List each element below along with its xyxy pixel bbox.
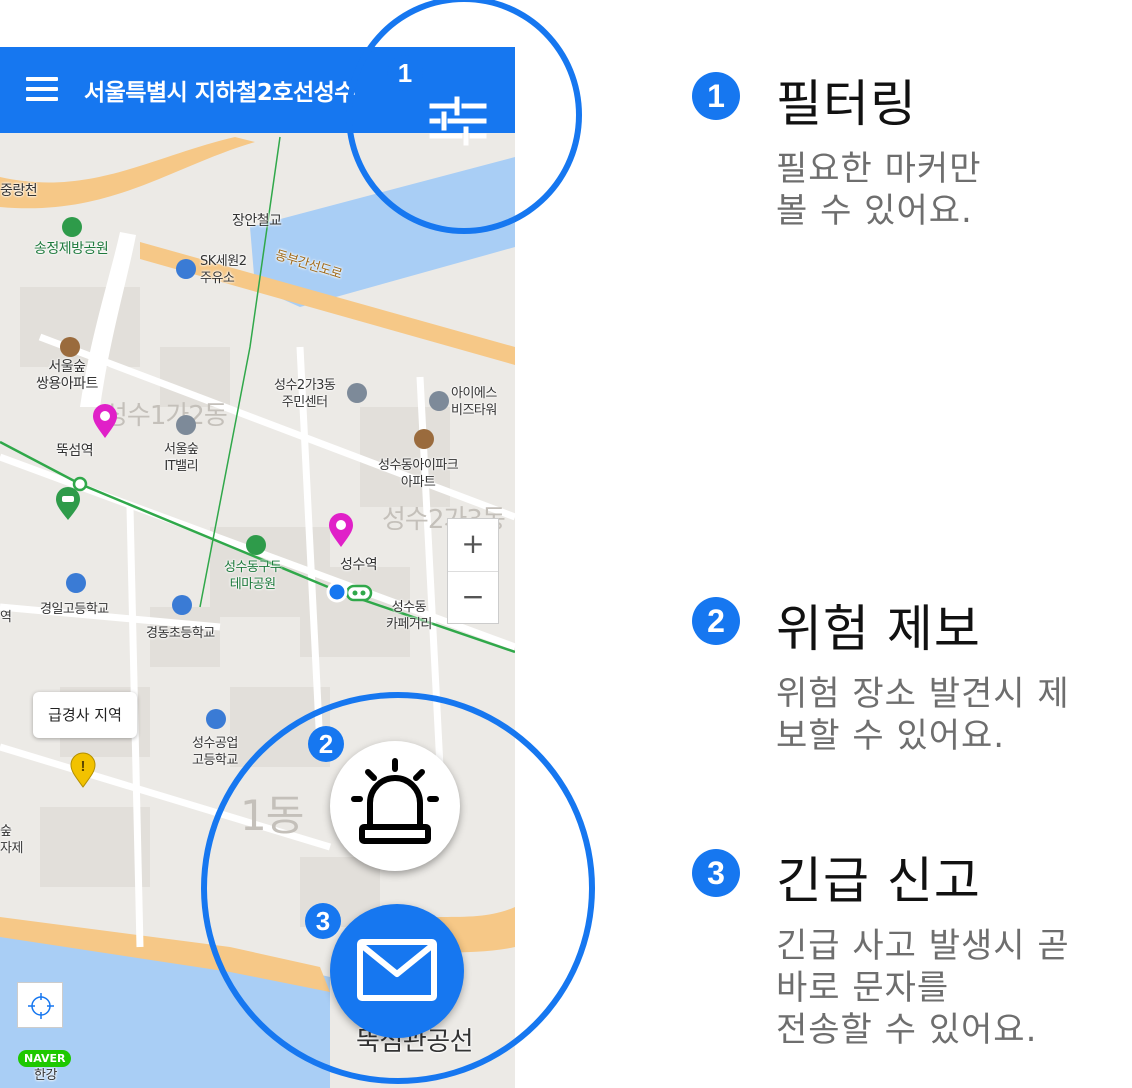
zoom-out-button[interactable]: − [448,571,498,623]
map-label: SK세원2 주유소 [200,254,247,286]
community-center-icon[interactable] [347,383,367,403]
feature-number-badge: 3 [692,849,740,897]
zoom-control: + − [447,518,499,624]
emergency-report-button[interactable] [330,904,464,1038]
feature-desc-line: 볼 수 있어요. [776,191,973,231]
siren-alarm-icon [351,758,439,844]
map-label: 역 [0,610,12,625]
feature-desc-line: 바로 문자를 [776,968,950,1008]
feature-number-badge: 1 [692,72,740,120]
zoom-in-button[interactable]: + [448,519,498,571]
map-label: 서울숲 쌍용아파트 [36,359,98,392]
station-label: 성수역 [340,557,378,573]
feature-title: 필터링 [776,75,917,133]
district-label: 성수1가2동 [104,401,228,431]
map-label: 성수동 카페거리 [386,600,432,632]
map-label: 성수2가3동 주민센터 [274,378,336,410]
map-label: 성수동구두 테마공원 [224,560,282,592]
hazard-marker-icon[interactable] [328,512,354,548]
hazard-marker-icon[interactable] [92,403,118,439]
map-label: 경일고등학교 [40,602,109,617]
apartment-icon[interactable] [414,429,434,449]
badge-2: 2 [308,726,344,762]
building-icon[interactable] [176,415,196,435]
station-label: 뚝섬역 [56,443,94,459]
feature-desc-line: 전송할 수 있어요. [776,1010,1038,1050]
school-icon[interactable] [172,595,192,615]
school-icon[interactable] [206,709,226,729]
park-icon[interactable] [246,535,266,555]
building-icon[interactable] [429,391,449,411]
map-label: 아이에스 비즈타워 [451,386,497,418]
filter-sliders-icon [429,96,487,146]
place-marker-icon[interactable] [55,487,81,521]
park-icon[interactable] [62,217,82,237]
hamburger-menu-icon[interactable] [26,77,58,103]
map-label: 송정제방공원 [34,241,109,257]
map-label: 성수공업 고등학교 [192,736,238,768]
map-label: 성수동아이파크 아파트 [378,458,459,490]
map-label: 경동초등학교 [146,626,215,641]
feature-number-badge: 2 [692,597,740,645]
svg-text:!: ! [81,758,86,775]
map-label: 숲 자제 [0,824,23,856]
map-label: 한강 [34,1068,57,1083]
feature-desc-line: 보할 수 있어요. [776,716,1006,756]
app-title: 서울특별시 지하철2호선성수 [84,80,355,106]
feature-title: 긴급 신고 [776,852,981,910]
map-label: 서울숲 IT밸리 [164,442,199,474]
gas-station-icon[interactable] [176,259,196,279]
feature-desc-line: 위험 장소 발견시 제 [776,674,1070,714]
badge-3: 3 [305,903,341,939]
envelope-icon [357,939,437,1001]
district-label: 1동 [240,791,304,840]
locate-button[interactable] [17,982,63,1028]
map-label: 장안철교 [232,213,282,229]
feature-title: 위험 제보 [776,600,981,658]
naver-logo: NAVER [18,1050,72,1067]
report-hazard-button[interactable] [330,741,460,871]
feature-desc-line: 필요한 마커만 [776,149,982,189]
warning-marker-icon[interactable]: ! [70,752,96,788]
crosshair-icon [28,993,54,1019]
apartment-icon[interactable] [60,337,80,357]
filter-button[interactable] [424,96,492,146]
hazard-tooltip: 급경사 지역 [33,692,137,738]
school-icon[interactable] [66,573,86,593]
feature-desc-line: 긴급 사고 발생시 곧 [776,926,1070,966]
badge-1: 1 [387,55,423,91]
map-label: 중랑천 [0,183,38,199]
